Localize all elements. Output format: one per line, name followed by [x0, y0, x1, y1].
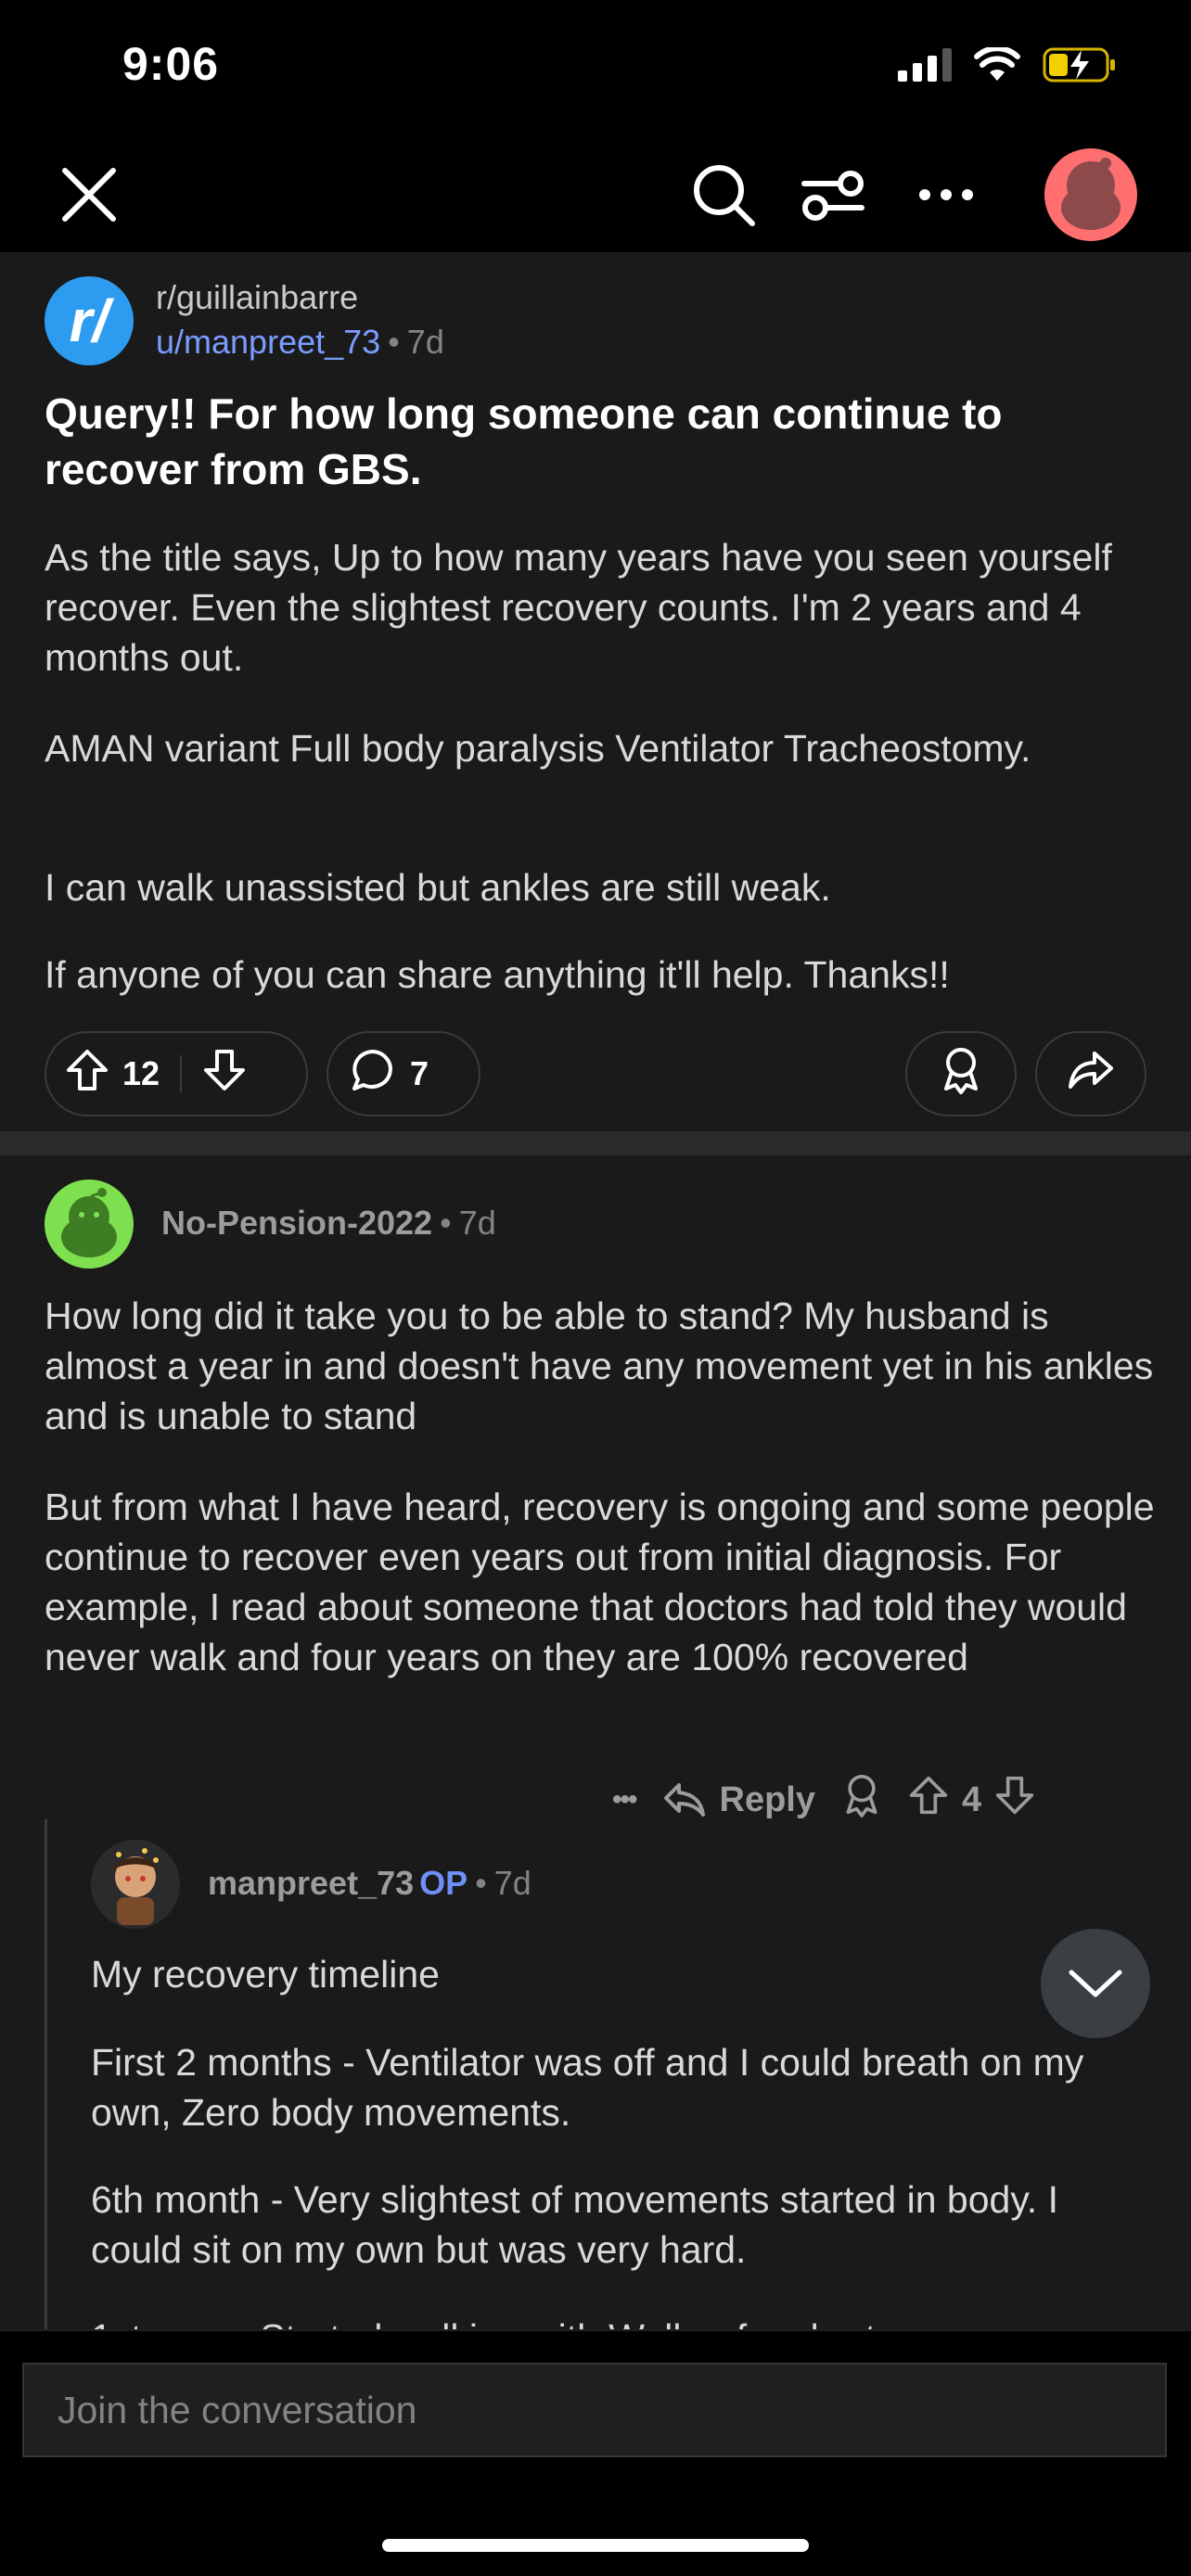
reply-age: 7d [493, 1864, 531, 1902]
post-paragraph: If anyone of you can share anything it'l… [45, 953, 950, 996]
post-age: 7d [406, 323, 444, 361]
post-paragraph: As the title says, Up to how many years … [45, 536, 1112, 679]
meta-separator: • [388, 323, 400, 361]
battery-charging-icon [1043, 47, 1115, 83]
join-conversation-input[interactable]: Join the conversation [22, 2363, 1167, 2457]
vote-count: 12 [122, 1054, 160, 1092]
reply-author-avatar[interactable] [91, 1840, 180, 1929]
post-detail: r/ r/guillainbarre u/manpreet_73 • 7d Quer… [0, 252, 1191, 2329]
meta-separator: • [440, 1204, 452, 1242]
chevron-down-icon [1069, 1970, 1122, 1997]
post-paragraph: AMAN variant Full body paralysis Ventila… [45, 727, 1031, 770]
reply-label: Reply [719, 1779, 815, 1819]
commenter-avatar[interactable] [45, 1180, 134, 1269]
reply-button[interactable]: Reply [662, 1780, 815, 1820]
comment-author[interactable]: No-Pension-2022 [161, 1204, 432, 1242]
subreddit-name[interactable]: r/guillainbarre [156, 278, 358, 317]
reply-icon [663, 1783, 705, 1817]
comment-paragraph: But from what I have heard, recovery is … [45, 1486, 1155, 1678]
comment-count: 7 [410, 1054, 429, 1092]
post-title: Query!! For how long someone can continu… [45, 389, 1003, 493]
top-bar [0, 139, 1191, 250]
close-icon[interactable] [52, 158, 126, 232]
status-icons [898, 46, 1117, 83]
status-time: 9:06 [122, 38, 220, 90]
signal-icon [898, 48, 952, 82]
reply-paragraph: My recovery timeline [91, 1953, 440, 1996]
vote-divider [180, 1055, 183, 1092]
share-button[interactable] [1035, 1031, 1146, 1116]
comment-age: 7d [458, 1204, 496, 1242]
post-meta: u/manpreet_73 • 7d [156, 323, 444, 362]
comment-more-button[interactable]: ••• [612, 1784, 637, 1816]
thread-line[interactable] [45, 1819, 47, 2329]
user-avatar[interactable] [1044, 148, 1137, 241]
comments-button[interactable]: 7 [327, 1031, 480, 1116]
wifi-icon [974, 47, 1020, 81]
reply-meta: manpreet_73 OP • 7d [208, 1864, 531, 1903]
comment-meta: No-Pension-2022 • 7d [161, 1204, 496, 1243]
comment-bubble-icon [351, 1048, 395, 1101]
vote-bar: 12 [45, 1031, 308, 1116]
comment-vote-count: 4 [962, 1779, 982, 1819]
post-paragraph: I can walk unassisted but ankles are sti… [45, 866, 831, 909]
comment-vote: 4 [908, 1775, 1035, 1825]
search-icon[interactable] [686, 158, 761, 232]
comment-actions: ••• Reply 4 [612, 1773, 1035, 1827]
comment-paragraph: How long did it take you to be able to s… [45, 1294, 1154, 1437]
section-divider [0, 1131, 1191, 1155]
reply-paragraph: First 2 months - Ventilator was off and … [91, 2041, 1084, 2134]
subreddit-avatar[interactable]: r/ [45, 276, 134, 365]
post-author[interactable]: u/manpreet_73 [156, 323, 380, 361]
downvote-icon[interactable] [202, 1048, 247, 1101]
sort-filter-icon[interactable] [796, 158, 870, 232]
share-icon [1069, 1050, 1113, 1099]
op-badge: OP [419, 1864, 468, 1902]
home-indicator[interactable] [382, 2539, 809, 2552]
reply-paragraph: 1st year - Started walking with Walker f… [91, 2313, 1158, 2329]
upvote-icon[interactable] [65, 1048, 109, 1101]
comment-award-icon[interactable] [841, 1773, 882, 1827]
meta-separator: • [475, 1864, 487, 1902]
award-icon [939, 1046, 983, 1103]
comment-upvote-icon[interactable] [908, 1775, 949, 1825]
post-card: r/ r/guillainbarre u/manpreet_73 • 7d Quer… [0, 252, 1191, 1131]
award-button[interactable] [905, 1031, 1017, 1116]
comment-downvote-icon[interactable] [994, 1775, 1035, 1825]
scroll-down-button[interactable] [1041, 1929, 1150, 2038]
reply-paragraph: 6th month - Very slightest of movements … [91, 2178, 1058, 2271]
reply-author[interactable]: manpreet_73 [208, 1864, 414, 1902]
more-icon[interactable] [909, 158, 983, 232]
